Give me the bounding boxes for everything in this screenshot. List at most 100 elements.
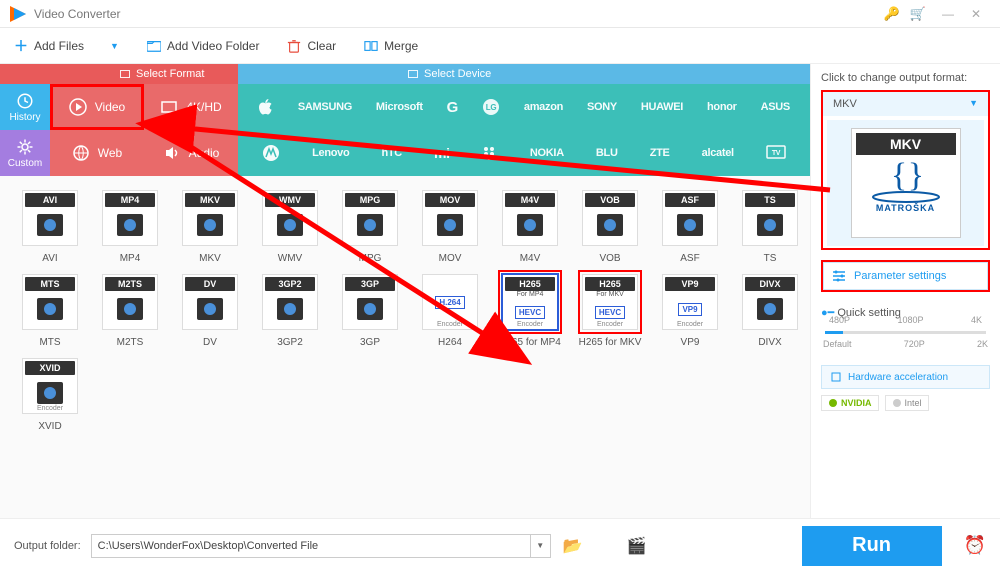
format-ts[interactable]: TSTS <box>734 186 806 264</box>
chevron-down-icon: ▼ <box>969 98 978 110</box>
brand-asus[interactable]: ASUS <box>761 101 790 113</box>
output-folder-input[interactable] <box>92 535 530 557</box>
brand-alcatel[interactable]: alcatel <box>702 147 734 159</box>
format-mpg[interactable]: MPGMPG <box>334 186 406 264</box>
clear-label: Clear <box>307 39 336 53</box>
format-3gp[interactable]: 3GP3GP <box>334 270 406 348</box>
add-files-button[interactable]: ＋ Add Files ▼ <box>14 36 119 56</box>
format-xvid[interactable]: XVIDEncoderXVID <box>14 354 86 432</box>
folder-plus-icon <box>147 39 161 53</box>
category-web[interactable]: Web <box>50 130 144 176</box>
brand-apple[interactable] <box>258 98 274 116</box>
trash-icon <box>287 39 301 53</box>
select-device-tab[interactable]: Select Device <box>238 64 810 84</box>
alarm-icon[interactable]: ⏰ <box>964 535 986 556</box>
dropdown-icon[interactable]: ▼ <box>110 41 119 51</box>
minimize-button[interactable]: — <box>934 7 962 21</box>
brand-mi[interactable]: mi <box>434 145 450 161</box>
brand-amazon[interactable]: amazon <box>524 101 563 113</box>
output-format-selector[interactable]: MKV ▼ MKV { } MATROŠKA <box>821 90 990 250</box>
toolbar: ＋ Add Files ▼ Add Video Folder Clear Mer… <box>0 28 1000 64</box>
app-title: Video Converter <box>34 7 882 21</box>
clear-button[interactable]: Clear <box>287 39 336 53</box>
format-dv[interactable]: DVDV <box>174 270 246 348</box>
format-h264[interactable]: H.264EncoderH264 <box>414 270 486 348</box>
format-mp4[interactable]: MP4MP4 <box>94 186 166 264</box>
globe-icon <box>72 144 90 162</box>
format-asf[interactable]: ASFASF <box>654 186 726 264</box>
hardware-accel-button[interactable]: Hardware acceleration <box>821 365 990 389</box>
brand-huawei[interactable]: HUAWEI <box>641 101 683 113</box>
film-icon[interactable]: 🎬 <box>625 536 649 556</box>
format-mkv[interactable]: MKVMKV <box>174 186 246 264</box>
history-button[interactable]: History <box>0 84 50 130</box>
merge-label: Merge <box>384 39 418 53</box>
titlebar: Video Converter 🔑 🛒 — ✕ <box>0 0 1000 28</box>
plus-icon: ＋ <box>14 36 28 56</box>
format-3gp2[interactable]: 3GP23GP2 <box>254 270 326 348</box>
select-format-tab[interactable]: Select Format <box>0 64 238 84</box>
brand-honor[interactable]: honor <box>707 101 737 113</box>
open-folder-icon[interactable]: 📂 <box>561 536 585 556</box>
bottom-bar: Output folder: ▼ 📂 🎬 Run ⏰ <box>0 518 1000 572</box>
brand-lenovo[interactable]: Lenovo <box>312 147 349 159</box>
brand-zte[interactable]: ZTE <box>650 147 670 159</box>
brand-motorola[interactable] <box>262 144 280 162</box>
brand-google[interactable]: G <box>447 99 458 116</box>
svg-text:LG: LG <box>486 103 497 112</box>
play-icon <box>69 98 87 116</box>
hd-icon <box>160 98 178 116</box>
tabs-row: Select Format Select Device <box>0 64 810 84</box>
format-h265-for-mkv[interactable]: H265For MKVHEVCEncoderH265 for MKV <box>574 270 646 348</box>
format-vob[interactable]: VOBVOB <box>574 186 646 264</box>
output-current-name: MKV <box>833 98 857 110</box>
output-badge: MKV <box>856 133 956 155</box>
brand-samsung[interactable]: SAMSUNG <box>298 101 352 113</box>
format-vp9[interactable]: VP9VP9EncoderVP9 <box>654 270 726 348</box>
brand-nokia[interactable]: NOKIA <box>530 147 564 159</box>
brand-microsoft[interactable]: Microsoft <box>376 101 423 113</box>
category-video[interactable]: Video <box>50 84 144 130</box>
add-folder-button[interactable]: Add Video Folder <box>147 39 260 53</box>
output-folder-dropdown[interactable]: ▼ <box>530 535 550 557</box>
chip-icon <box>830 371 842 383</box>
run-button[interactable]: Run <box>802 526 942 566</box>
nvidia-chip: NVIDIA <box>821 395 879 411</box>
format-h265-for-mp4[interactable]: H265For MP4HEVCEncoderH265 for MP4 <box>494 270 566 348</box>
cart-icon[interactable]: 🛒 <box>908 6 928 22</box>
quick-setting-slider[interactable]: 480P1080P4K Default720P2K <box>821 325 990 355</box>
output-folder-field[interactable]: ▼ <box>91 534 551 558</box>
sliders-icon <box>832 269 846 283</box>
brand-tv[interactable]: TV <box>766 145 786 161</box>
history-icon <box>16 92 34 110</box>
format-divx[interactable]: DIVXDIVX <box>734 270 806 348</box>
brand-blackberry[interactable] <box>482 145 498 161</box>
add-files-label: Add Files <box>34 39 84 53</box>
brand-lg[interactable]: LG <box>482 98 500 116</box>
format-wmv[interactable]: WMVWMV <box>254 186 326 264</box>
output-folder-label: Output folder: <box>14 540 81 552</box>
brand-blu[interactable]: BLU <box>596 147 618 159</box>
output-card: MKV { } MATROŠKA <box>851 128 961 238</box>
format-mts[interactable]: MTSMTS <box>14 270 86 348</box>
merge-button[interactable]: Merge <box>364 39 418 53</box>
svg-text:TV: TV <box>772 150 781 157</box>
brand-htc[interactable]: hTC <box>381 147 401 159</box>
parameter-settings-button[interactable]: Parameter settings <box>821 260 990 292</box>
app-logo <box>10 6 26 22</box>
custom-button[interactable]: Custom <box>0 130 50 176</box>
format-avi[interactable]: AVIAVI <box>14 186 86 264</box>
intel-chip: Intel <box>885 395 929 411</box>
format-m2ts[interactable]: M2TSM2TS <box>94 270 166 348</box>
format-mov[interactable]: MOVMOV <box>414 186 486 264</box>
output-label: Click to change output format: <box>821 72 990 84</box>
add-folder-label: Add Video Folder <box>167 39 260 53</box>
gear-icon <box>16 138 34 156</box>
speaker-icon <box>163 144 181 162</box>
key-icon[interactable]: 🔑 <box>882 6 902 22</box>
close-button[interactable]: ✕ <box>962 7 990 21</box>
format-m4v[interactable]: M4VM4V <box>494 186 566 264</box>
category-4k[interactable]: 4K/HD <box>144 84 238 130</box>
brand-sony[interactable]: SONY <box>587 101 617 113</box>
category-audio[interactable]: Audio <box>144 130 238 176</box>
